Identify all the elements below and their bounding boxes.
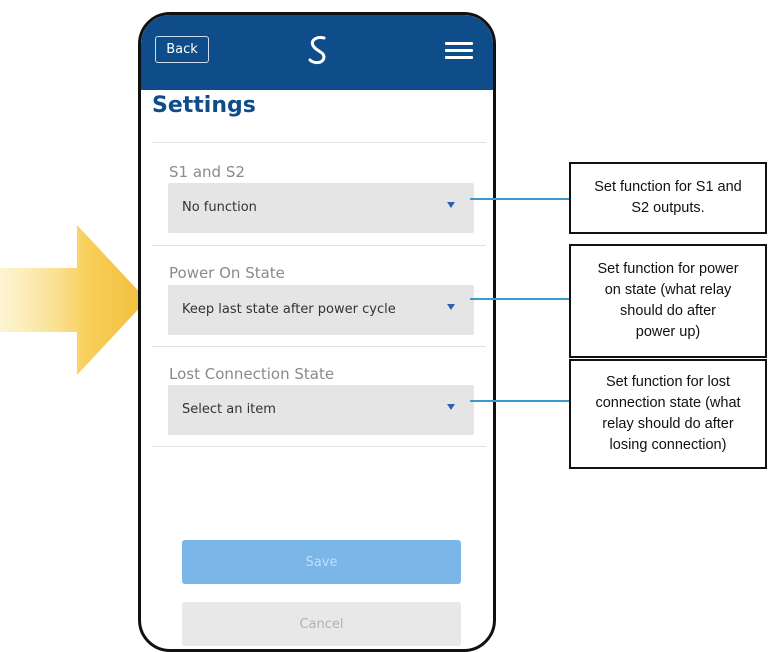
- leader-line: [470, 400, 571, 402]
- leader-line: [470, 198, 571, 200]
- divider: [152, 346, 486, 347]
- caret-down-icon: [447, 404, 455, 410]
- lost-connection-state-select[interactable]: Select an item: [168, 385, 474, 435]
- s1-s2-value: No function: [182, 200, 257, 215]
- save-button[interactable]: Save: [182, 540, 461, 584]
- cancel-button[interactable]: Cancel: [182, 602, 461, 646]
- power-on-state-select[interactable]: Keep last state after power cycle: [168, 285, 474, 335]
- s1-s2-label: S1 and S2: [169, 163, 245, 181]
- salus-s-logo-icon: [308, 36, 326, 65]
- caret-down-icon: [447, 202, 455, 208]
- lost-connection-state-value: Select an item: [182, 402, 276, 417]
- power-on-state-value: Keep last state after power cycle: [182, 302, 396, 317]
- callout-lost-connection-text: Set function for lost connection state (…: [595, 374, 741, 453]
- divider: [152, 446, 486, 447]
- callout-s1-s2-text: Set function for S1 and S2 outputs.: [594, 179, 742, 216]
- pointing-arrow-icon: [0, 225, 147, 375]
- caret-down-icon: [447, 304, 455, 310]
- divider: [152, 142, 486, 143]
- phone-screen: Back Settings S1 and S2 No function Powe…: [138, 12, 496, 652]
- page-title: Settings: [152, 93, 256, 118]
- s1-s2-select[interactable]: No function: [168, 183, 474, 233]
- callout-power-on-state: Set function for power on state (what re…: [569, 244, 767, 358]
- app-header: Back: [141, 15, 493, 90]
- callout-power-on-state-text: Set function for power on state (what re…: [597, 261, 739, 340]
- hamburger-menu-icon[interactable]: [445, 42, 473, 60]
- divider: [152, 245, 486, 246]
- callout-lost-connection: Set function for lost connection state (…: [569, 359, 767, 469]
- leader-line: [470, 298, 571, 300]
- back-button[interactable]: Back: [155, 36, 209, 63]
- callout-s1-s2: Set function for S1 and S2 outputs.: [569, 162, 767, 234]
- power-on-state-label: Power On State: [169, 264, 285, 282]
- lost-connection-state-label: Lost Connection State: [169, 365, 335, 383]
